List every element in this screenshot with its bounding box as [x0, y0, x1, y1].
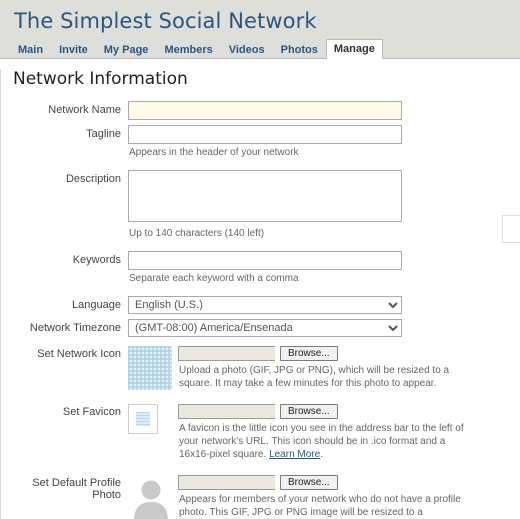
- favicon-file-field[interactable]: [178, 404, 275, 419]
- page-root: The Simplest Social Network Main Invite …: [0, 0, 520, 519]
- network-icon-file-input[interactable]: Browse...: [178, 346, 512, 361]
- tab-invite[interactable]: Invite: [51, 40, 96, 59]
- row-language: Language English (U.S.): [1, 296, 512, 314]
- network-information-form: Network Name Tagline Appears in the head…: [1, 101, 520, 519]
- tab-my-page[interactable]: My Page: [96, 40, 157, 59]
- set-network-icon-label: Set Network Icon: [37, 348, 121, 360]
- row-network-name: Network Name: [1, 101, 512, 120]
- default-avatar-icon: [128, 475, 174, 519]
- row-set-favicon: Set Favicon Browse... A favicon is the l…: [1, 404, 512, 467]
- tagline-hint: Appears in the header of your network: [129, 147, 299, 158]
- default-profile-photo-file-input[interactable]: Browse...: [178, 475, 512, 490]
- tab-photos[interactable]: Photos: [273, 40, 326, 59]
- keywords-label: Keywords: [72, 254, 121, 266]
- tab-main[interactable]: Main: [10, 40, 51, 59]
- row-keywords: Keywords Separate each keyword with a co…: [1, 251, 512, 291]
- network-name-label: Network Name: [48, 104, 121, 116]
- description-label: Description: [65, 173, 121, 185]
- keywords-hint: Separate each keyword with a comma: [129, 273, 299, 284]
- language-select[interactable]: English (U.S.): [128, 296, 402, 314]
- tab-videos[interactable]: Videos: [221, 40, 273, 59]
- network-timezone-select[interactable]: (GMT-08:00) America/Ensenada: [128, 319, 402, 337]
- page-title: Network Information: [13, 69, 188, 89]
- tab-manage[interactable]: Manage: [325, 39, 383, 59]
- tagline-label: Tagline: [86, 128, 121, 140]
- content-area: Network Information Network Name Tagline…: [0, 69, 520, 519]
- row-tagline: Tagline Appears in the header of your ne…: [1, 125, 512, 165]
- keywords-input[interactable]: [128, 251, 402, 270]
- clipped-sidebar-fragment: [502, 215, 520, 243]
- favicon-file-input[interactable]: Browse...: [178, 404, 512, 419]
- network-icon-hint: Upload a photo (GIF, JPG or PNG), which …: [179, 365, 450, 389]
- row-set-default-profile-photo: Set Default Profile Photo Browse... Appe…: [1, 475, 512, 519]
- row-set-network-icon: Set Network Icon Browse... Upload a phot…: [1, 346, 512, 396]
- gingham-swatch-icon: [128, 346, 172, 390]
- site-header: The Simplest Social Network Main Invite …: [0, 0, 520, 59]
- favicon-hint: A favicon is the little icon you see in …: [179, 422, 467, 461]
- primary-tab-bar: Main Invite My Page Members Videos Photo…: [10, 39, 520, 59]
- row-description: Description Up to 140 characters (140 le…: [1, 170, 512, 246]
- row-network-timezone: Network Timezone (GMT-08:00) America/Ens…: [1, 319, 512, 337]
- network-timezone-label: Network Timezone: [29, 322, 121, 334]
- site-title: The Simplest Social Network: [14, 9, 317, 33]
- network-name-input[interactable]: [128, 101, 402, 120]
- default-profile-photo-browse-button[interactable]: Browse...: [280, 475, 338, 490]
- favicon-swatch: [136, 412, 150, 426]
- network-icon-file-field[interactable]: [178, 346, 275, 361]
- description-textarea[interactable]: [128, 170, 402, 222]
- set-favicon-label: Set Favicon: [62, 406, 121, 418]
- set-default-profile-photo-label: Set Default Profile Photo: [32, 477, 121, 501]
- default-profile-photo-file-field[interactable]: [178, 475, 275, 490]
- description-hint: Up to 140 characters (140 left): [129, 228, 265, 239]
- tab-members[interactable]: Members: [156, 40, 220, 59]
- favicon-hint-tail: .: [320, 449, 323, 460]
- language-label: Language: [72, 299, 121, 311]
- favicon-browse-button[interactable]: Browse...: [280, 404, 338, 419]
- tagline-input[interactable]: [128, 125, 402, 144]
- default-profile-photo-hint: Appears for members of your network who …: [179, 494, 461, 518]
- default-avatar-svg: [128, 475, 174, 519]
- favicon-placeholder-icon: [128, 404, 158, 434]
- favicon-learn-more-link[interactable]: Learn More: [269, 449, 320, 460]
- network-icon-browse-button[interactable]: Browse...: [280, 346, 338, 361]
